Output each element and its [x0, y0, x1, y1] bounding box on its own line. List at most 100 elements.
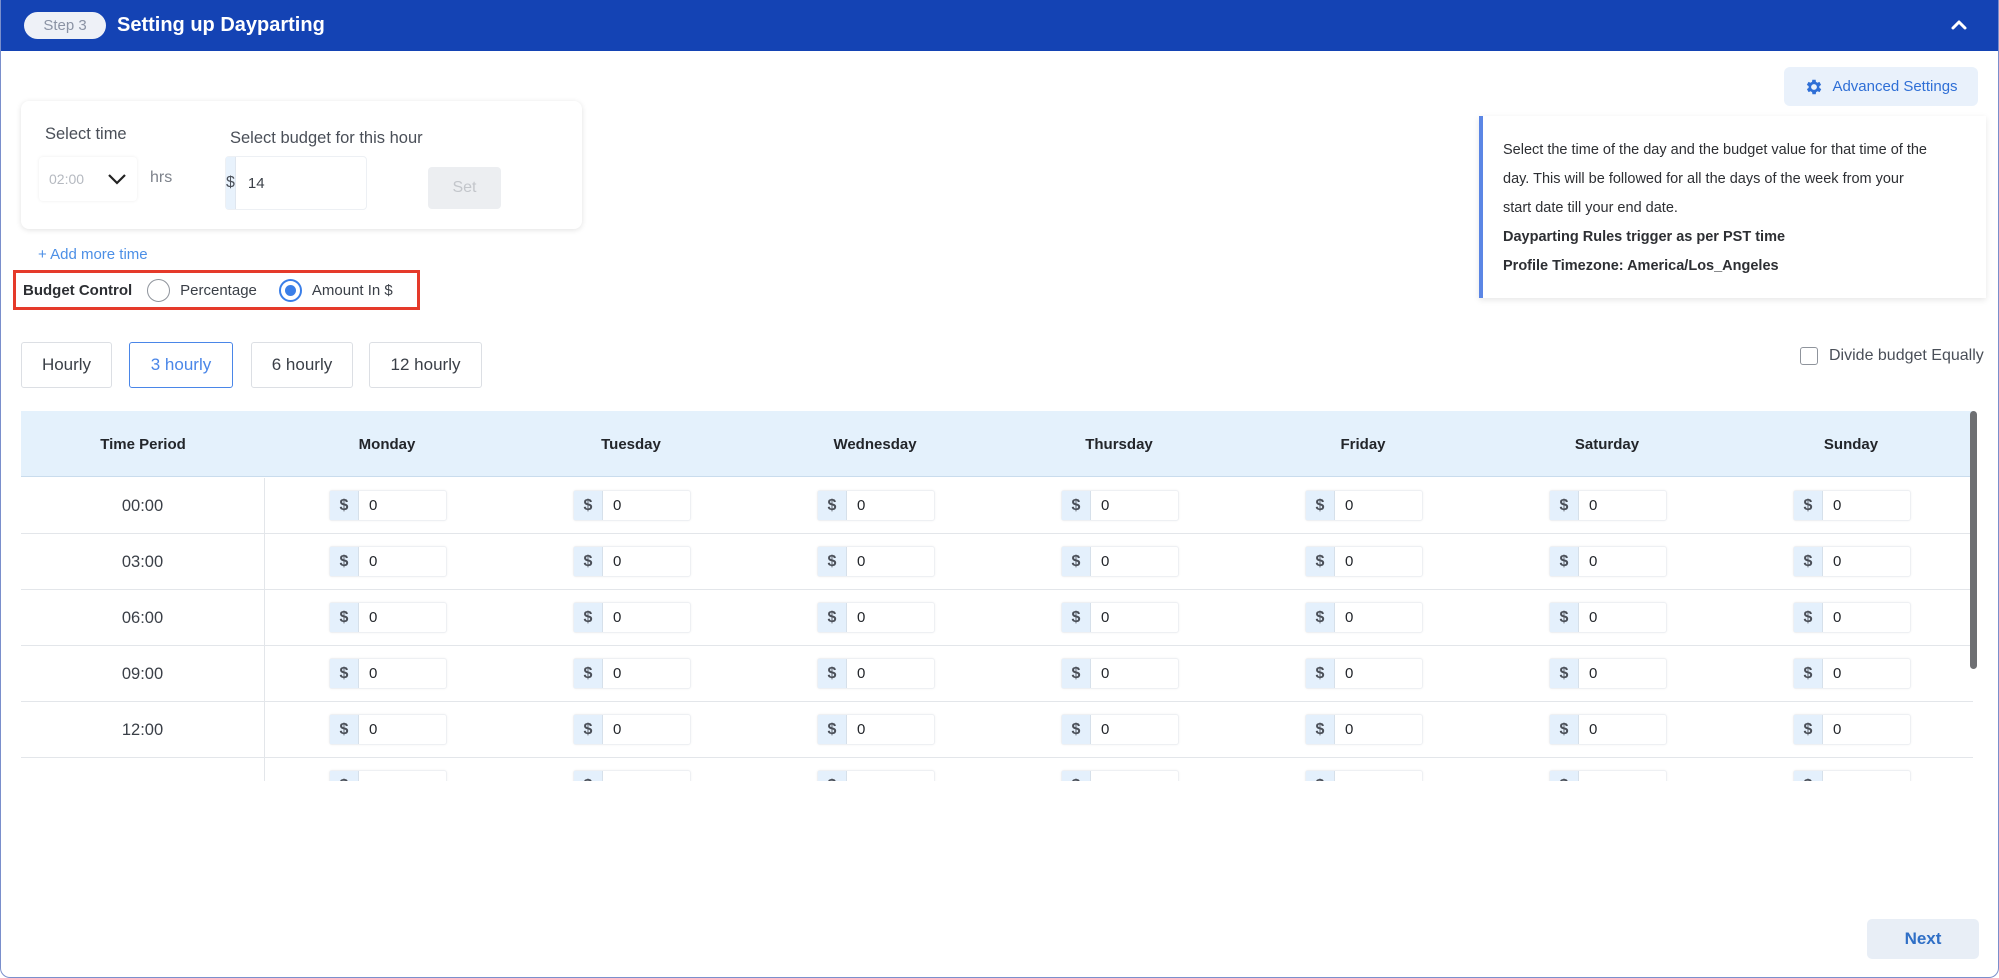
day-budget-field[interactable]: [847, 715, 927, 744]
day-budget-field[interactable]: [1335, 547, 1415, 576]
day-budget-field[interactable]: [603, 659, 683, 688]
day-budget-field[interactable]: [603, 603, 683, 632]
day-budget-input[interactable]: $: [1305, 490, 1423, 521]
day-budget-field[interactable]: [847, 603, 927, 632]
day-budget-field[interactable]: [1091, 771, 1171, 781]
day-budget-input[interactable]: $: [573, 546, 691, 577]
day-budget-field[interactable]: [1335, 659, 1415, 688]
day-budget-field[interactable]: [1091, 659, 1171, 688]
collapse-button[interactable]: [1948, 14, 1970, 36]
day-budget-field[interactable]: [603, 715, 683, 744]
day-budget-input[interactable]: $: [329, 770, 447, 781]
day-budget-input[interactable]: $: [1793, 714, 1911, 745]
day-budget-input[interactable]: $: [817, 658, 935, 689]
day-budget-input[interactable]: $: [1793, 546, 1911, 577]
day-budget-field[interactable]: [1335, 603, 1415, 632]
day-budget-input[interactable]: $: [1549, 714, 1667, 745]
day-budget-field[interactable]: [1335, 491, 1415, 520]
day-budget-input[interactable]: $: [329, 546, 447, 577]
day-budget-input[interactable]: $: [1305, 658, 1423, 689]
day-budget-field[interactable]: [847, 659, 927, 688]
day-budget-input[interactable]: $: [1305, 602, 1423, 633]
day-budget-input[interactable]: $: [573, 602, 691, 633]
day-budget-field[interactable]: [1335, 715, 1415, 744]
day-budget-input[interactable]: $: [1549, 546, 1667, 577]
day-budget-field[interactable]: [1823, 547, 1903, 576]
day-budget-field[interactable]: [1579, 771, 1659, 781]
day-budget-input[interactable]: $: [1061, 714, 1179, 745]
next-button[interactable]: Next: [1867, 919, 1979, 959]
add-more-time-link[interactable]: + Add more time: [38, 246, 148, 263]
day-budget-field[interactable]: [1091, 715, 1171, 744]
day-budget-field[interactable]: [603, 547, 683, 576]
day-budget-field[interactable]: [1579, 547, 1659, 576]
day-budget-input[interactable]: $: [817, 770, 935, 781]
day-budget-field[interactable]: [1091, 547, 1171, 576]
day-budget-input[interactable]: $: [1793, 490, 1911, 521]
day-budget-input[interactable]: $: [817, 546, 935, 577]
day-budget-input[interactable]: $: [573, 490, 691, 521]
day-budget-input[interactable]: $: [329, 602, 447, 633]
day-budget-field[interactable]: [359, 659, 439, 688]
day-budget-field[interactable]: [603, 771, 683, 781]
hour-budget-field[interactable]: [235, 157, 447, 209]
tab-hourly[interactable]: Hourly: [21, 342, 112, 388]
day-budget-field[interactable]: [359, 603, 439, 632]
day-budget-input[interactable]: $: [329, 490, 447, 521]
day-budget-field[interactable]: [1335, 771, 1415, 781]
day-budget-input[interactable]: $: [329, 714, 447, 745]
day-budget-field[interactable]: [1579, 715, 1659, 744]
day-budget-input[interactable]: $: [1305, 770, 1423, 781]
day-budget-input[interactable]: $: [1793, 602, 1911, 633]
divide-equally-checkbox[interactable]: Divide budget Equally: [1800, 347, 1984, 365]
day-budget-field[interactable]: [1579, 659, 1659, 688]
day-budget-input[interactable]: $: [1305, 546, 1423, 577]
day-budget-field[interactable]: [847, 771, 927, 781]
day-budget-input[interactable]: $: [1305, 714, 1423, 745]
table-scrollbar[interactable]: [1970, 411, 1977, 669]
day-budget-input[interactable]: $: [1549, 658, 1667, 689]
day-budget-input[interactable]: $: [1061, 602, 1179, 633]
radio-amount[interactable]: Amount In $: [278, 278, 393, 302]
day-budget-input[interactable]: $: [1793, 770, 1911, 781]
set-button[interactable]: Set: [428, 167, 501, 209]
day-budget-input[interactable]: $: [1061, 770, 1179, 781]
day-budget-field[interactable]: [1579, 491, 1659, 520]
day-budget-input[interactable]: $: [1549, 770, 1667, 781]
tab-3-hourly[interactable]: 3 hourly: [129, 342, 233, 388]
day-budget-field[interactable]: [1823, 491, 1903, 520]
day-budget-input[interactable]: $: [1061, 658, 1179, 689]
day-budget-field[interactable]: [603, 491, 683, 520]
day-budget-field[interactable]: [1091, 491, 1171, 520]
day-budget-input[interactable]: $: [817, 490, 935, 521]
day-budget-input[interactable]: $: [1061, 546, 1179, 577]
day-budget-field[interactable]: [1823, 715, 1903, 744]
day-budget-field[interactable]: [847, 547, 927, 576]
day-budget-input[interactable]: $: [1549, 602, 1667, 633]
hour-budget-input[interactable]: $: [225, 156, 447, 210]
day-budget-field[interactable]: [359, 547, 439, 576]
day-budget-input[interactable]: $: [817, 714, 935, 745]
day-budget-field[interactable]: [359, 491, 439, 520]
radio-percentage[interactable]: Percentage: [147, 278, 257, 302]
day-budget-field[interactable]: [1823, 603, 1903, 632]
day-budget-input[interactable]: $: [329, 658, 447, 689]
day-budget-field[interactable]: [1579, 603, 1659, 632]
day-budget-input[interactable]: $: [1549, 490, 1667, 521]
advanced-settings-button[interactable]: Advanced Settings: [1784, 67, 1978, 106]
day-budget-input[interactable]: $: [573, 658, 691, 689]
day-budget-field[interactable]: [1823, 771, 1903, 781]
day-budget-input[interactable]: $: [573, 770, 691, 781]
day-budget-field[interactable]: [1091, 603, 1171, 632]
day-budget-input[interactable]: $: [817, 602, 935, 633]
tab-6-hourly[interactable]: 6 hourly: [251, 342, 353, 388]
day-budget-field[interactable]: [847, 491, 927, 520]
day-budget-field[interactable]: [359, 771, 439, 781]
tab-12-hourly[interactable]: 12 hourly: [369, 342, 482, 388]
day-budget-field[interactable]: [1823, 659, 1903, 688]
day-budget-input[interactable]: $: [573, 714, 691, 745]
day-budget-input[interactable]: $: [1061, 490, 1179, 521]
time-dropdown[interactable]: 02:00: [39, 157, 137, 201]
day-budget-input[interactable]: $: [1793, 658, 1911, 689]
day-budget-field[interactable]: [359, 715, 439, 744]
